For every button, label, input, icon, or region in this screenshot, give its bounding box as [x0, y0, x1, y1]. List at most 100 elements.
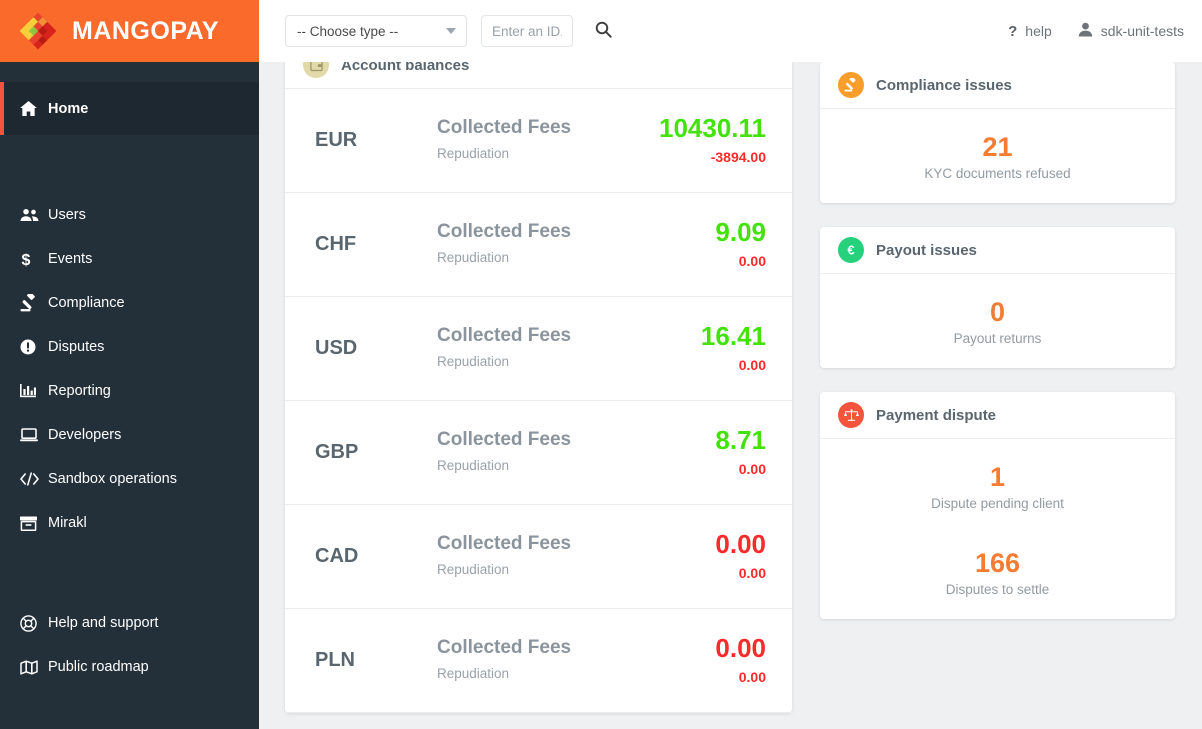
balance-currency: EUR [315, 129, 358, 151]
chevron-down-icon [446, 28, 456, 34]
panel-title: Account balances [341, 62, 470, 74]
balance-values: 0.00 0.00 [715, 634, 766, 687]
issues-card: € Payout issues 0 Payout returns [820, 227, 1175, 368]
sidebar-item-developers[interactable]: Developers [0, 413, 259, 457]
issues-card-header: Compliance issues [820, 62, 1175, 109]
balance-primary-label: Collected Fees [437, 117, 572, 138]
type-select[interactable]: -- Choose type -- [285, 15, 467, 47]
balance-primary-label: Collected Fees [437, 637, 572, 658]
balance-fees-value: 0.00 [715, 529, 766, 559]
balance-fees-value: 8.71 [715, 425, 766, 455]
gavel-icon [838, 72, 864, 98]
stat-value: 21 [982, 132, 1013, 162]
balance-repudiation-value: -3894.00 [710, 149, 766, 165]
sidebar-item-label: Events [48, 251, 93, 267]
map-icon [20, 659, 48, 675]
sidebar-item-public-roadmap[interactable]: Public roadmap [0, 645, 259, 689]
stat-block[interactable]: 0 Payout returns [836, 296, 1159, 346]
stat-value: 166 [974, 548, 1021, 578]
sidebar-item-compliance[interactable]: Compliance [0, 281, 259, 325]
balance-currency: CHF [315, 233, 357, 255]
nav-gap [0, 135, 259, 193]
issues-column: Compliance issues 21 KYC documents refused… [820, 62, 1175, 729]
stat-value: 0 [989, 297, 1006, 327]
balance-currency: PLN [315, 649, 355, 671]
issues-card: Compliance issues 21 KYC documents refused [820, 62, 1175, 203]
stat-block[interactable]: 21 KYC documents refused [836, 131, 1159, 181]
balance-values: 10430.11 -3894.00 [659, 114, 766, 167]
balance-row[interactable]: USD Collected Fees Repudiation 16.41 0.00 [285, 297, 792, 401]
balance-row[interactable]: CAD Collected Fees Repudiation 0.00 0.00 [285, 505, 792, 609]
balance-secondary-label: Repudiation [437, 458, 510, 473]
user-icon [1078, 22, 1093, 40]
issues-card-body: 0 Payout returns [820, 274, 1175, 368]
stat-block[interactable]: 1 Dispute pending client [836, 461, 1159, 511]
account-label: sdk-unit-tests [1100, 23, 1184, 39]
help-label: help [1025, 23, 1052, 39]
balance-repudiation-value: 0.00 [738, 461, 766, 477]
account-menu[interactable]: sdk-unit-tests [1078, 22, 1184, 40]
sidebar-item-label: Developers [48, 427, 122, 443]
sidebar-item-help-and-support[interactable]: Help and support [0, 601, 259, 645]
gavel-icon [20, 294, 48, 312]
type-select-wrapper: -- Choose type -- [285, 15, 467, 47]
balance-values: 16.41 0.00 [701, 322, 766, 375]
balance-repudiation-value: 0.00 [738, 253, 766, 269]
balance-secondary-label: Repudiation [437, 562, 510, 577]
balance-secondary-label: Repudiation [437, 354, 510, 369]
help-link[interactable]: ? help [1008, 23, 1052, 40]
balance-fees-value: 9.09 [715, 217, 766, 247]
balance-currency: USD [315, 337, 358, 359]
balance-repudiation-value: 0.00 [738, 565, 766, 581]
sidebar-item-home[interactable]: Home [0, 82, 259, 135]
users-icon [20, 208, 48, 222]
balances-list: EUR Collected Fees Repudiation 10430.11 -389… [285, 89, 792, 713]
issues-card-header: € Payout issues [820, 227, 1175, 274]
balance-fees-value: 0.00 [715, 633, 766, 663]
balance-labels: Collected Fees Repudiation [437, 220, 715, 269]
nav-gap [0, 545, 259, 601]
balances-column: Account balances EUR Collected Fees Repudi… [285, 62, 792, 729]
wallet-icon [303, 62, 329, 78]
balance-row[interactable]: GBP Collected Fees Repudiation 8.71 0.00 [285, 401, 792, 505]
stat-block[interactable]: 166 Disputes to settle [836, 547, 1159, 597]
balance-labels: Collected Fees Repudiation [437, 324, 701, 373]
sidebar-item-reporting[interactable]: Reporting [0, 369, 259, 413]
stat-label: Payout returns [953, 331, 1042, 346]
sidebar-item-users[interactable]: Users [0, 193, 259, 237]
panel-title: Compliance issues [876, 76, 1012, 94]
balance-secondary-label: Repudiation [437, 666, 510, 681]
sidebar-item-events[interactable]: $ Events [0, 237, 259, 281]
sidebar-item-disputes[interactable]: Disputes [0, 325, 259, 369]
balance-labels: Collected Fees Repudiation [437, 532, 715, 581]
issues-card-body: 1 Dispute pending client 166 Disputes to se… [820, 439, 1175, 619]
issues-card-body: 21 KYC documents refused [820, 109, 1175, 203]
main-content: Account balances EUR Collected Fees Repudi… [259, 62, 1202, 729]
sidebar-item-label: Help and support [48, 615, 159, 631]
balance-currency: GBP [315, 441, 359, 463]
sidebar-item-label: Public roadmap [48, 659, 149, 675]
sidebar-item-sandbox-operations[interactable]: Sandbox operations [0, 457, 259, 501]
svg-text:$: $ [22, 251, 31, 268]
sidebar-item-label: Reporting [48, 383, 111, 399]
stat-label: Dispute pending client [931, 496, 1064, 511]
balance-primary-label: Collected Fees [437, 325, 572, 346]
balance-primary-label: Collected Fees [437, 221, 572, 242]
brand-name: MANGOPAY [72, 16, 220, 45]
balance-row[interactable]: CHF Collected Fees Repudiation 9.09 0.00 [285, 193, 792, 297]
search-icon [595, 21, 612, 41]
search-button[interactable] [591, 17, 616, 45]
sidebar-item-label: Home [48, 100, 89, 117]
sidebar-item-mirakl[interactable]: Mirakl [0, 501, 259, 545]
dashboard-page: MANGOPAY Home Users $ Events Compliance … [0, 0, 1202, 729]
account-balances-header: Account balances [285, 62, 792, 89]
issues-card-header: Payment dispute [820, 392, 1175, 439]
bar-chart-icon [20, 383, 48, 399]
balance-row[interactable]: EUR Collected Fees Repudiation 10430.11 -389… [285, 89, 792, 193]
topbar: -- Choose type -- ? help [259, 0, 1202, 62]
balance-row[interactable]: PLN Collected Fees Repudiation 0.00 0.00 [285, 609, 792, 713]
home-icon [20, 101, 48, 116]
brand-header[interactable]: MANGOPAY [0, 0, 259, 62]
search-input[interactable] [481, 15, 573, 47]
